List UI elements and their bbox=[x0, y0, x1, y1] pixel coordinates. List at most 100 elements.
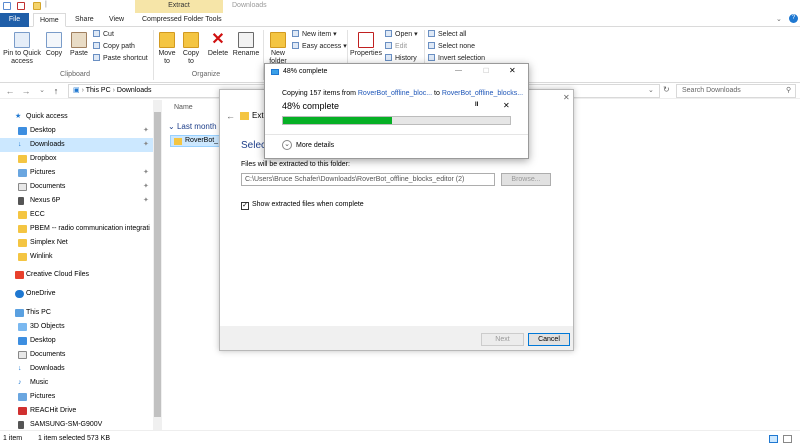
nav-music[interactable]: ♪ Music bbox=[0, 376, 153, 390]
tab-view[interactable]: View bbox=[103, 13, 130, 27]
ribbon-collapse-icon[interactable]: ⌄ bbox=[776, 15, 782, 23]
nav-this-pc[interactable]: This PC bbox=[0, 306, 153, 320]
details-view-icon[interactable] bbox=[769, 435, 778, 443]
nav-desktop[interactable]: Desktop ✦ bbox=[0, 124, 153, 138]
large-icons-view-icon[interactable] bbox=[783, 435, 792, 443]
nav-pictures[interactable]: Pictures ✦ bbox=[0, 166, 153, 180]
paste-button[interactable]: Paste bbox=[67, 32, 91, 58]
select-none-icon bbox=[428, 42, 435, 49]
stop-icon[interactable]: ✕ bbox=[503, 101, 510, 110]
nav-documents[interactable]: Documents ✦ bbox=[0, 180, 153, 194]
pin-icon[interactable]: ✦ bbox=[143, 124, 149, 138]
nav-quick-access[interactable]: ★ Quick access bbox=[0, 110, 153, 124]
select-none-button[interactable]: Select none bbox=[428, 42, 475, 52]
back-arrow-icon[interactable]: ← bbox=[4, 85, 16, 97]
copy-button[interactable]: Copy bbox=[43, 32, 65, 58]
search-icon: ⚲ bbox=[786, 87, 792, 94]
next-button[interactable]: Next bbox=[481, 333, 524, 346]
pin-icon[interactable]: ✦ bbox=[143, 194, 149, 208]
copy-path-button[interactable]: Copy path bbox=[93, 42, 135, 52]
pin-icon[interactable]: ✦ bbox=[143, 138, 149, 152]
nav-winlink[interactable]: Winlink bbox=[0, 250, 153, 264]
nav-documents-2[interactable]: Documents bbox=[0, 348, 153, 362]
chevron-down-icon[interactable]: ⌄ bbox=[282, 140, 292, 150]
nav-creative-cloud[interactable]: Creative Cloud Files bbox=[0, 268, 153, 282]
column-header-name[interactable]: Name bbox=[174, 104, 193, 111]
paste-shortcut-button[interactable]: Paste shortcut bbox=[93, 54, 148, 64]
nav-pbem[interactable]: PBEM -- radio communication integrati bbox=[0, 222, 153, 236]
nav-reachit[interactable]: REACHit Drive bbox=[0, 404, 153, 418]
breadcrumb-sep: › bbox=[81, 87, 84, 94]
show-files-checkbox[interactable]: ✓ bbox=[241, 202, 249, 210]
tab-file[interactable]: File bbox=[0, 13, 29, 27]
edit-button[interactable]: Edit bbox=[385, 42, 407, 52]
close-icon[interactable]: ✕ bbox=[509, 66, 516, 75]
nav-ecc[interactable]: ECC bbox=[0, 208, 153, 222]
nav-3d-objects[interactable]: 3D Objects bbox=[0, 320, 153, 334]
nav-scrollbar-thumb[interactable] bbox=[154, 112, 161, 417]
back-arrow-icon[interactable]: ← bbox=[226, 111, 235, 121]
address-dropdown-icon[interactable]: ⌄ bbox=[648, 86, 654, 94]
nav-simplex[interactable]: Simplex Net bbox=[0, 236, 153, 250]
file-name: RoverBot_ bbox=[185, 137, 219, 144]
recent-chevron-icon[interactable]: ⌄ bbox=[36, 85, 48, 97]
browse-button[interactable]: Browse... bbox=[501, 173, 551, 186]
destination-path-input[interactable]: C:\Users\Bruce Schafer\Downloads\RoverBo… bbox=[241, 173, 495, 186]
move-to-button[interactable]: Move to bbox=[156, 32, 178, 66]
cut-button[interactable]: Cut bbox=[93, 30, 114, 40]
properties-icon[interactable] bbox=[17, 2, 25, 10]
close-icon[interactable]: ✕ bbox=[563, 93, 570, 102]
qat-dropdown-icon[interactable]: | bbox=[45, 1, 47, 8]
source-link[interactable]: RoverBot_offline_bloc... bbox=[358, 90, 432, 97]
folder-icon[interactable] bbox=[33, 2, 41, 10]
clipboard-group-label: Clipboard bbox=[60, 71, 90, 78]
maximize-icon[interactable]: ☐ bbox=[483, 67, 489, 75]
nav-desktop-2[interactable]: Desktop bbox=[0, 334, 153, 348]
invert-selection-label: Invert selection bbox=[438, 55, 486, 62]
refresh-icon[interactable]: ↻ bbox=[663, 85, 670, 94]
minimize-icon[interactable]: — bbox=[455, 67, 462, 74]
new-item-button[interactable]: New item ▾ bbox=[292, 30, 337, 40]
select-all-button[interactable]: Select all bbox=[428, 30, 466, 40]
delete-label: Delete bbox=[207, 50, 229, 57]
nav-downloads-2[interactable]: ↓ Downloads bbox=[0, 362, 153, 376]
nav-downloads-selected[interactable]: ↓ Downloads ✦ bbox=[0, 138, 153, 152]
copy-to-button[interactable]: Copy to bbox=[180, 32, 202, 66]
tab-home[interactable]: Home bbox=[33, 13, 66, 27]
nav-dropbox[interactable]: Dropbox bbox=[0, 152, 153, 166]
tab-compressed-folder-tools[interactable]: Compressed Folder Tools bbox=[136, 13, 228, 27]
pictures-icon bbox=[18, 169, 27, 177]
nav-label: PBEM -- radio communication integrati bbox=[30, 225, 150, 232]
rename-button[interactable]: Rename bbox=[232, 32, 260, 58]
easy-access-button[interactable]: Easy access ▾ bbox=[292, 42, 347, 52]
breadcrumb-this-pc[interactable]: This PC bbox=[86, 87, 111, 94]
search-input[interactable]: Search Downloads bbox=[676, 84, 796, 98]
nav-samsung[interactable]: SAMSUNG-SM-G900V bbox=[0, 418, 153, 430]
pc-icon bbox=[15, 309, 24, 317]
move-folder-icon bbox=[159, 32, 175, 48]
cancel-button[interactable]: Cancel bbox=[528, 333, 570, 346]
rename-icon bbox=[238, 32, 254, 48]
save-icon[interactable] bbox=[3, 2, 11, 10]
forward-arrow-icon[interactable]: → bbox=[20, 85, 32, 97]
breadcrumb-sep: › bbox=[112, 87, 115, 94]
destination-link[interactable]: RoverBot_offline_blocks... bbox=[442, 90, 523, 97]
open-button[interactable]: Open ▾ bbox=[385, 30, 418, 40]
nav-onedrive[interactable]: OneDrive bbox=[0, 287, 153, 301]
new-folder-button[interactable]: New folder bbox=[266, 32, 290, 66]
properties-button[interactable]: Properties bbox=[350, 32, 382, 58]
delete-button[interactable]: ✕ Delete bbox=[206, 32, 230, 58]
pin-icon[interactable]: ✦ bbox=[143, 180, 149, 194]
nav-nexus[interactable]: Nexus 6P ✦ bbox=[0, 194, 153, 208]
pin-icon[interactable]: ✦ bbox=[143, 166, 149, 180]
pin-to-quick-access-button[interactable]: Pin to Quick access bbox=[2, 32, 42, 66]
group-header[interactable]: ⌄ Last month bbox=[168, 122, 217, 131]
nav-pictures-2[interactable]: Pictures bbox=[0, 390, 153, 404]
tab-share[interactable]: Share bbox=[69, 13, 100, 27]
help-icon[interactable]: ? bbox=[789, 14, 798, 23]
up-arrow-icon[interactable]: ↑ bbox=[50, 85, 62, 97]
breadcrumb-downloads[interactable]: Downloads bbox=[117, 87, 152, 94]
more-details-link[interactable]: More details bbox=[296, 142, 334, 149]
cube-icon bbox=[18, 323, 27, 331]
pause-icon[interactable]: II bbox=[475, 102, 478, 108]
